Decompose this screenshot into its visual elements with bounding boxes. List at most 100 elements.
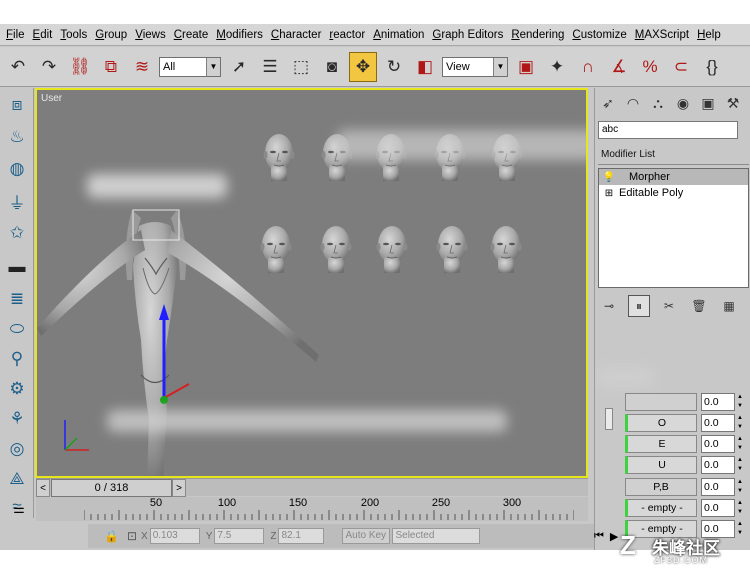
reference-coordinate-dropdown[interactable]: View ▼ xyxy=(442,56,508,77)
time-slider-thumb[interactable]: 0 / 318 xyxy=(51,479,172,497)
channel-button[interactable]: O xyxy=(625,414,697,432)
morph-target-head[interactable] xyxy=(262,133,296,182)
stack-icon[interactable]: ≣ xyxy=(4,286,30,312)
tree-icon[interactable]: ⚘ xyxy=(4,406,30,432)
box-icon[interactable]: ⧈ xyxy=(4,92,30,118)
morph-target-head[interactable] xyxy=(319,225,353,274)
go-to-start-icon[interactable]: ⏮ xyxy=(594,530,604,543)
menu-graph-editors[interactable]: Graph Editors xyxy=(428,29,507,41)
menu-edit[interactable]: Edit xyxy=(29,29,57,41)
gear-icon[interactable]: ⚙ xyxy=(4,376,30,402)
menu-file[interactable]: File xyxy=(2,29,29,41)
spinner-snap-icon[interactable]: ⊂ xyxy=(667,52,695,82)
channel-button[interactable]: E xyxy=(625,435,697,453)
menu-create[interactable]: Create xyxy=(170,29,213,41)
menu-maxscript[interactable]: MAXScript xyxy=(631,29,693,41)
window-crossing-icon[interactable]: ◙ xyxy=(318,52,346,82)
gizmo-center[interactable] xyxy=(160,396,168,404)
show-end-result-icon[interactable]: ⏸ xyxy=(628,295,650,317)
channel-value[interactable]: 0.0 xyxy=(701,499,735,517)
channel-value[interactable]: 0.0 xyxy=(701,393,735,411)
mini-curve-editor-icon[interactable]: ⚌ xyxy=(8,500,30,518)
absolute-mode-icon[interactable]: ⊡ xyxy=(127,529,137,543)
x-coordinate-field[interactable]: 0.103 xyxy=(149,528,200,544)
named-selection-icon[interactable]: {} xyxy=(698,52,726,82)
menu-views[interactable]: Views xyxy=(131,29,169,41)
pivot-center-icon[interactable]: ▣ xyxy=(512,52,540,82)
undo-icon[interactable]: ↶ xyxy=(4,52,32,82)
sphere-icon[interactable]: ◍ xyxy=(4,156,30,182)
chevron-left-icon[interactable]: < xyxy=(36,479,50,497)
cylinder-icon[interactable]: ⏚ xyxy=(4,188,30,214)
channel-button[interactable] xyxy=(625,393,697,411)
channel-value[interactable]: 0.0 xyxy=(701,435,735,453)
lock-icon[interactable]: 🔒 xyxy=(104,529,119,543)
hose-icon[interactable]: ⚲ xyxy=(4,346,30,372)
spinner-arrows-icon[interactable]: ▲ ▼ xyxy=(737,499,745,517)
lightbulb-icon[interactable]: 💡 xyxy=(603,171,615,183)
morph-target-head[interactable] xyxy=(435,225,469,274)
select-object-icon[interactable]: ➚ xyxy=(225,52,253,82)
spinner-arrows-icon[interactable]: ▲ ▼ xyxy=(737,478,745,496)
menu-animation[interactable]: Animation xyxy=(369,29,428,41)
menu-character[interactable]: Character xyxy=(267,29,326,41)
channel-button[interactable]: P,B xyxy=(625,478,697,496)
modifier-list-dropdown[interactable]: Modifier List xyxy=(598,145,749,165)
select-link-icon[interactable]: ⛓ xyxy=(66,52,94,82)
select-by-name-icon[interactable]: ☰ xyxy=(256,52,284,82)
move-icon[interactable]: ✥ xyxy=(349,51,377,82)
unlink-icon[interactable]: ⧉ xyxy=(97,52,125,82)
morph-target-head[interactable] xyxy=(489,225,523,274)
menu-help[interactable]: Help xyxy=(693,29,725,41)
modify-tab-icon[interactable]: ◠ xyxy=(622,92,644,114)
track-bar[interactable]: 50 100 150 200 250 300 xyxy=(36,497,588,521)
auto-key-button[interactable]: Auto Key xyxy=(342,528,391,544)
morph-target-head[interactable] xyxy=(375,225,409,274)
teapot-icon[interactable]: ♨ xyxy=(4,124,30,150)
star-icon[interactable]: ✩ xyxy=(4,220,30,246)
menu-customize[interactable]: Customize xyxy=(568,29,630,41)
rotate-icon[interactable]: ↻ xyxy=(380,52,408,82)
configure-sets-icon[interactable]: ▦ xyxy=(718,295,740,317)
scrollbar-thumb[interactable] xyxy=(605,408,613,430)
display-tab-icon[interactable]: ▣ xyxy=(697,92,719,114)
expand-plus-icon[interactable]: ⊞ xyxy=(603,187,615,199)
menu-rendering[interactable]: Rendering xyxy=(507,29,568,41)
spinner-arrows-icon[interactable]: ▲ ▼ xyxy=(737,414,745,432)
channel-button[interactable]: - empty - xyxy=(625,499,697,517)
object-name-field[interactable]: abc xyxy=(598,121,738,139)
gizmo-x-axis[interactable] xyxy=(163,383,190,399)
play-icon[interactable]: ▶ xyxy=(610,530,618,543)
selection-filter-dropdown[interactable]: All ▼ xyxy=(159,56,221,77)
capsule-icon[interactable]: ⬭ xyxy=(4,316,30,342)
bones-icon[interactable]: ⟁ xyxy=(4,466,30,492)
chevron-right-icon[interactable]: > xyxy=(172,479,186,497)
menu-tools[interactable]: Tools xyxy=(56,29,91,41)
motion-tab-icon[interactable]: ◉ xyxy=(672,92,694,114)
rect-selection-icon[interactable]: ⬚ xyxy=(287,52,315,82)
select-manipulate-icon[interactable]: ✦ xyxy=(543,52,571,82)
angle-snap-icon[interactable]: ∡ xyxy=(605,52,633,82)
channel-button[interactable]: U xyxy=(625,456,697,474)
menu-reactor[interactable]: reactor xyxy=(325,29,369,41)
z-coordinate-field[interactable]: 82.1 xyxy=(278,528,325,544)
channel-value[interactable]: 0.0 xyxy=(701,456,735,474)
plane-icon[interactable]: ▬ xyxy=(4,254,30,280)
perspective-viewport[interactable]: User xyxy=(35,88,588,478)
redo-icon[interactable]: ↷ xyxy=(35,52,63,82)
channel-value[interactable]: 0.0 xyxy=(701,478,735,496)
remove-modifier-icon[interactable]: 🗑 xyxy=(688,295,710,317)
time-slider[interactable]: < 0 / 318 > xyxy=(36,478,588,497)
selection-set-dropdown[interactable]: Selected xyxy=(392,528,481,544)
channel-value[interactable]: 0.0 xyxy=(701,414,735,432)
morph-target-head[interactable] xyxy=(259,225,293,274)
make-unique-icon[interactable]: ✂ xyxy=(658,295,680,317)
utilities-tab-icon[interactable]: ⚒ xyxy=(722,92,744,114)
y-coordinate-field[interactable]: 7.5 xyxy=(214,528,265,544)
snap-3d-icon[interactable]: ∩ xyxy=(574,52,602,82)
bind-space-warp-icon[interactable]: ≋ xyxy=(128,52,156,82)
stack-item-morpher[interactable]: 💡 Morpher xyxy=(599,169,748,185)
percent-snap-icon[interactable]: % xyxy=(636,52,664,82)
menu-group[interactable]: Group xyxy=(91,29,131,41)
hierarchy-tab-icon[interactable]: ⛬ xyxy=(647,92,669,114)
